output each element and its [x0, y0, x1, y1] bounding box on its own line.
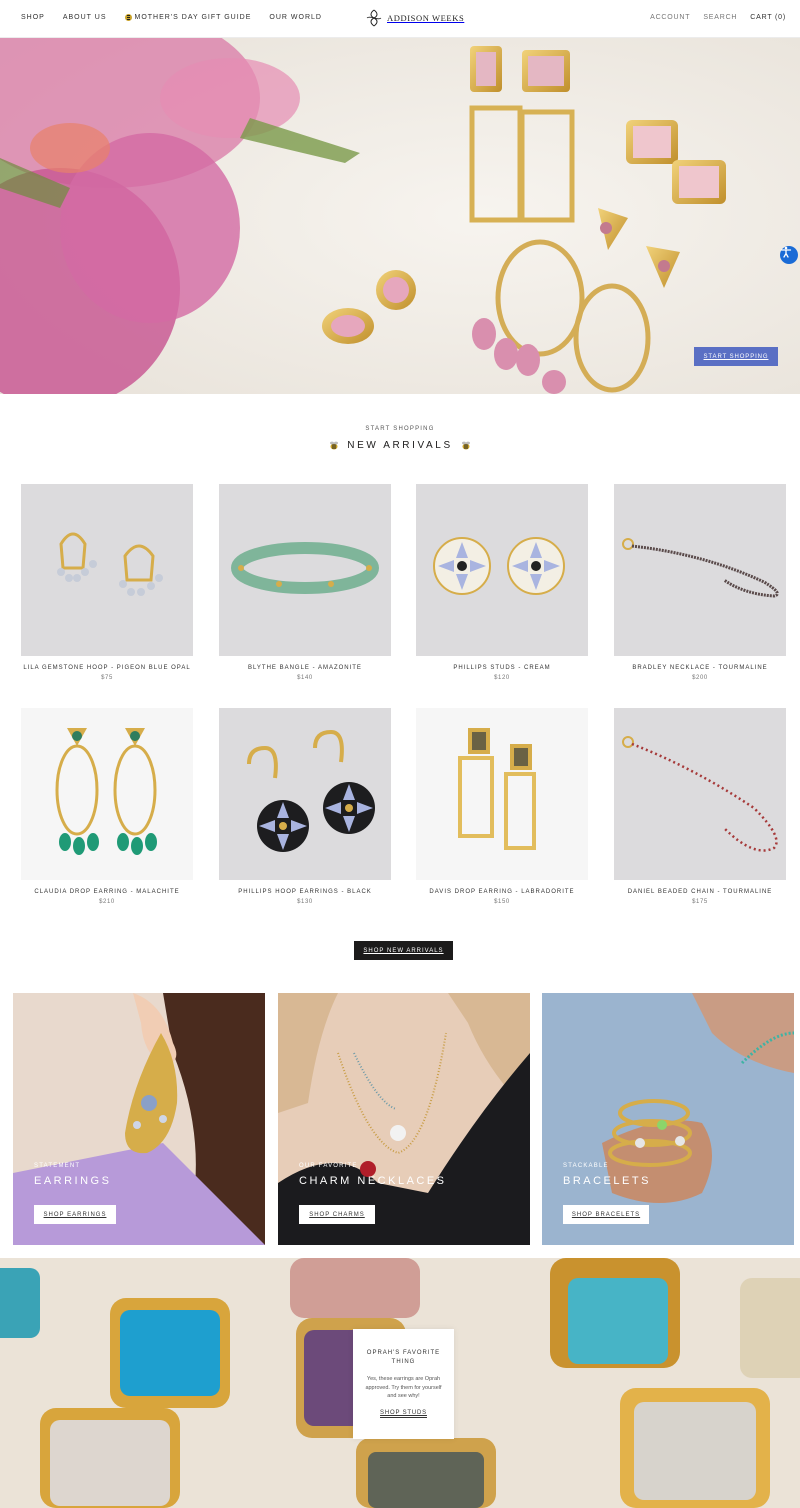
search-link[interactable]: SEARCH	[703, 14, 737, 21]
new-arrivals-heading: NEW ARRIVALS	[347, 440, 453, 451]
product-price: $210	[99, 899, 115, 905]
bangle-image	[231, 542, 379, 594]
davis-earring-image	[458, 728, 536, 850]
product-price: $140	[297, 675, 313, 681]
product-price: $150	[494, 899, 510, 905]
product-card[interactable]: DANIEL BEADED CHAIN - TOURMALINE $175	[614, 708, 786, 905]
bee-icon	[124, 14, 132, 21]
product-image[interactable]	[614, 484, 786, 656]
category-tile-earrings[interactable]: STATEMENT EARRINGS SHOP EARRINGS	[13, 993, 265, 1245]
product-name[interactable]: PHILLIPS STUDS - CREAM	[416, 665, 588, 671]
product-name[interactable]: DAVIS DROP EARRING - LABRADORITE	[416, 889, 588, 895]
tile-subtitle: STATEMENT	[34, 1163, 81, 1169]
product-image[interactable]	[219, 484, 391, 656]
start-shopping-button[interactable]: START SHOPPING	[694, 347, 778, 366]
product-name[interactable]: BLYTHE BANGLE - AMAZONITE	[219, 665, 391, 671]
bee-icon	[330, 441, 339, 450]
shop-earrings-button[interactable]: SHOP EARRINGS	[34, 1205, 116, 1224]
section-eyebrow: START SHOPPING	[365, 426, 435, 432]
product-card[interactable]: PHILLIPS STUDS - CREAM $120	[416, 484, 588, 681]
category-tile-bracelets[interactable]: STACKABLE BRACELETS SHOP BRACELETS	[542, 993, 794, 1245]
section-title: NEW ARRIVALS	[0, 440, 800, 451]
product-name[interactable]: BRADLEY NECKLACE - TOURMALINE	[614, 665, 786, 671]
oprah-description: Yes, these earrings are Oprah approved. …	[365, 1376, 442, 1399]
site-logo[interactable]: ADDISON WEEKS	[365, 9, 464, 27]
necklace-image	[622, 538, 779, 598]
product-price: $120	[494, 675, 510, 681]
product-image[interactable]	[21, 708, 193, 880]
nav-mothers-day-label: MOTHER'S DAY GIFT GUIDE	[134, 14, 252, 21]
accessibility-button[interactable]	[780, 246, 798, 264]
oprah-card: OPRAH'S FAVORITE THING Yes, these earrin…	[353, 1329, 454, 1439]
stud-image	[433, 537, 565, 595]
product-price: $75	[101, 675, 113, 681]
oprah-title: OPRAH'S FAVORITE THING	[366, 1350, 441, 1365]
tile-overlay: STACKABLE BRACELETS	[563, 1163, 651, 1187]
product-image[interactable]	[416, 484, 588, 656]
product-price: $175	[692, 899, 708, 905]
product-card[interactable]: CLAUDIA DROP EARRING - MALACHITE $210	[21, 708, 193, 905]
nav-our-world[interactable]: OUR WORLD	[269, 14, 322, 21]
nav-shop[interactable]: SHOP	[21, 14, 45, 21]
shop-new-arrivals-button[interactable]: SHOP NEW ARRIVALS	[354, 941, 453, 960]
earring-image	[57, 532, 163, 596]
tile-subtitle: STACKABLE	[563, 1163, 609, 1169]
hero-image	[0, 38, 800, 394]
product-price: $130	[297, 899, 313, 905]
product-card[interactable]: LILA GEMSTONE HOOP - PIGEON BLUE OPAL $7…	[21, 484, 193, 681]
product-image[interactable]	[21, 484, 193, 656]
product-image[interactable]	[416, 708, 588, 880]
product-card[interactable]: DAVIS DROP EARRING - LABRADORITE $150	[416, 708, 588, 905]
category-tile-charm-necklaces[interactable]: OUR FAVORITE CHARM NECKLACES SHOP CHARMS	[278, 993, 530, 1245]
cart-link[interactable]: CART (0)	[750, 14, 786, 21]
product-name[interactable]: PHILLIPS HOOP EARRINGS - BLACK	[219, 889, 391, 895]
product-name[interactable]: DANIEL BEADED CHAIN - TOURMALINE	[614, 889, 786, 895]
logo-text: ADDISON WEEKS	[387, 13, 465, 23]
shop-bracelets-button[interactable]: SHOP BRACELETS	[563, 1205, 649, 1224]
tile-overlay: STATEMENT EARRINGS	[34, 1163, 111, 1187]
product-image[interactable]	[614, 708, 786, 880]
main-nav: SHOP ABOUT US MOTHER'S DAY GIFT GUIDE OU…	[21, 14, 340, 21]
product-name[interactable]: CLAUDIA DROP EARRING - MALACHITE	[21, 889, 193, 895]
product-image[interactable]	[219, 708, 391, 880]
site-header: SHOP ABOUT US MOTHER'S DAY GIFT GUIDE OU…	[0, 0, 800, 38]
product-card[interactable]: BRADLEY NECKLACE - TOURMALINE $200	[614, 484, 786, 681]
account-link[interactable]: ACCOUNT	[650, 14, 690, 21]
product-card[interactable]: PHILLIPS HOOP EARRINGS - BLACK $130	[219, 708, 391, 905]
nav-about-us[interactable]: ABOUT US	[63, 14, 107, 21]
tile-title: BRACELETS	[563, 1175, 651, 1187]
shop-charms-button[interactable]: SHOP CHARMS	[299, 1205, 375, 1224]
logo-icon	[366, 9, 382, 27]
tile-overlay: OUR FAVORITE CHARM NECKLACES	[299, 1163, 447, 1187]
tile-subtitle: OUR FAVORITE	[299, 1163, 358, 1169]
product-price: $200	[692, 675, 708, 681]
hoop-earring-image	[247, 729, 375, 852]
utility-nav: ACCOUNT SEARCH CART (0)	[650, 14, 786, 21]
drop-earring-image	[55, 728, 157, 855]
bee-icon	[461, 441, 470, 450]
accessibility-icon	[780, 246, 792, 258]
nav-mothers-day-gift-guide[interactable]: MOTHER'S DAY GIFT GUIDE	[124, 14, 252, 21]
tile-title: CHARM NECKLACES	[299, 1175, 447, 1187]
beaded-chain-image	[622, 736, 778, 852]
oprah-feature: OPRAH'S FAVORITE THING Yes, these earrin…	[0, 1258, 800, 1508]
product-card[interactable]: BLYTHE BANGLE - AMAZONITE $140	[219, 484, 391, 681]
tile-title: EARRINGS	[34, 1175, 112, 1187]
product-name[interactable]: LILA GEMSTONE HOOP - PIGEON BLUE OPAL	[21, 665, 193, 671]
hero-banner: START SHOPPING	[0, 38, 800, 394]
shop-studs-link[interactable]: SHOP STUDS	[380, 1410, 427, 1418]
